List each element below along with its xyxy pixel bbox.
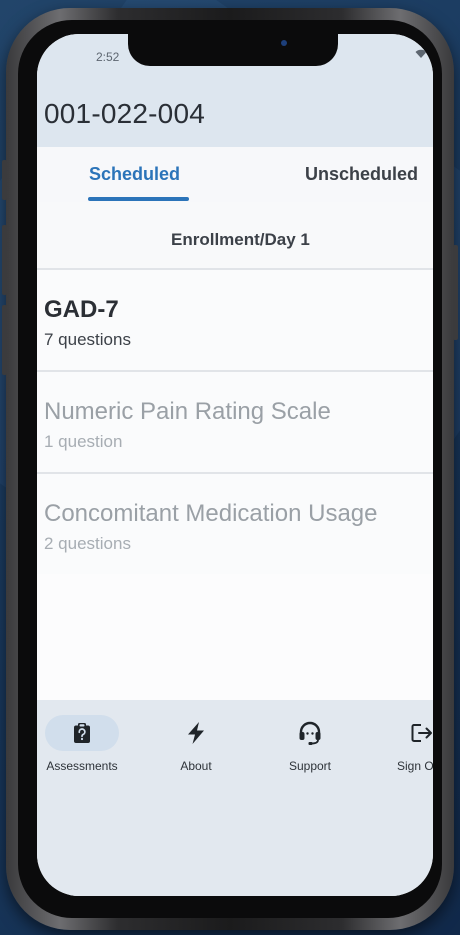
bottom-navigation: Assessments About Support Sign O <box>37 700 433 896</box>
volume-down-button <box>2 305 7 375</box>
app-screen: 001-022-004 2:52 Scheduled Unscheduled E… <box>37 34 433 896</box>
volume-up-button <box>2 225 7 295</box>
nav-label: About <box>180 759 212 773</box>
front-camera <box>281 40 287 46</box>
page-title: 001-022-004 <box>44 98 205 129</box>
nav-label: Support <box>288 759 332 773</box>
assessment-question-count: 2 questions <box>44 534 131 553</box>
assessment-question-count: 7 questions <box>44 330 131 349</box>
assessment-item-medication-usage[interactable]: Concomitant Medication Usage 2 questions <box>37 474 433 574</box>
assessment-question-count: 1 question <box>44 432 123 451</box>
nav-support[interactable]: Support <box>265 715 355 779</box>
assessment-title: Numeric Pain Rating Scale <box>44 398 331 425</box>
list-empty-area <box>37 574 433 700</box>
visit-label: Enrollment/Day 1 <box>171 230 310 249</box>
tab-bar: Scheduled Unscheduled <box>37 147 433 203</box>
notch <box>128 34 338 66</box>
nav-active-pill <box>45 715 119 751</box>
assessment-item-gad7[interactable]: GAD-7 7 questions <box>37 270 433 372</box>
lightning-icon <box>188 722 204 744</box>
nav-label: Sign Out <box>397 759 433 773</box>
wifi-icon <box>415 49 427 58</box>
nav-assessments[interactable]: Assessments <box>37 715 127 779</box>
tab-scheduled[interactable]: Scheduled <box>89 164 180 185</box>
assessment-title: Concomitant Medication Usage <box>44 500 378 527</box>
nav-about[interactable]: About <box>151 715 241 779</box>
tab-unscheduled[interactable]: Unscheduled <box>305 164 418 185</box>
mute-switch <box>2 160 7 200</box>
power-button <box>453 245 458 340</box>
nav-icon-container <box>404 715 433 751</box>
assessment-item-pain-scale[interactable]: Numeric Pain Rating Scale 1 question <box>37 372 433 474</box>
nav-icon-container <box>292 715 328 751</box>
sign-out-icon <box>411 724 432 742</box>
nav-label: Assessments <box>46 759 118 773</box>
status-time: 2:52 <box>96 50 120 64</box>
assessment-title: GAD-7 <box>44 296 119 323</box>
nav-sign-out[interactable]: Sign Out <box>377 715 433 779</box>
clipboard-icon <box>74 723 90 743</box>
nav-icon-container <box>178 715 214 751</box>
visit-header: Enrollment/Day 1 <box>37 202 433 270</box>
headset-icon <box>299 721 321 745</box>
tab-active-indicator <box>88 197 189 201</box>
